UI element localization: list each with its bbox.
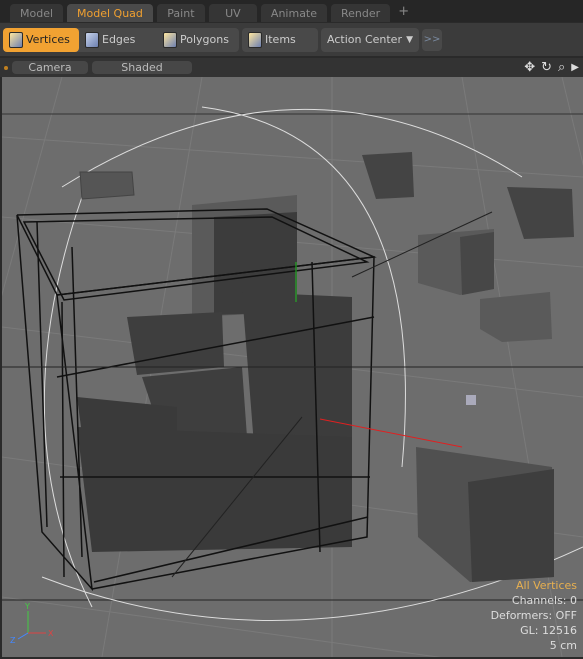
expand-arrow-icon[interactable]: ▶	[571, 62, 579, 73]
selection-mode-readout: All Vertices	[515, 579, 577, 592]
items-button[interactable]: Items	[242, 28, 302, 52]
add-tab-button[interactable]: +	[394, 4, 413, 22]
edges-button[interactable]: Edges	[79, 28, 157, 52]
selection-mode-group: Vertices Edges Polygons	[3, 27, 239, 52]
deformers-readout: Deformers: OFF	[490, 609, 577, 622]
tab-uv[interactable]: UV	[208, 4, 257, 22]
viewport-menu-icon[interactable]	[4, 65, 8, 70]
edges-icon	[85, 31, 99, 48]
action-center-label: Action Center	[327, 33, 402, 46]
action-center-dropdown[interactable]: Action Center ▼	[321, 27, 419, 52]
items-group: Items	[242, 27, 318, 52]
vertices-icon	[9, 31, 23, 48]
main-mesh	[77, 195, 352, 552]
vertices-button[interactable]: Vertices	[3, 27, 79, 52]
light-icon	[466, 395, 476, 405]
grid-scale-readout: 5 cm	[549, 639, 577, 652]
channels-readout: Channels: 0	[511, 594, 577, 607]
tab-render[interactable]: Render	[331, 4, 391, 22]
axis-gizmo: Y X Z	[10, 602, 54, 645]
3d-viewport[interactable]: Y X Z All Vertices Channels: 0 Deformers…	[2, 77, 583, 657]
viewport-header: Camera Shaded ✥ ↻ ⌕ ▶	[0, 58, 583, 77]
scene: Y X Z	[2, 77, 583, 657]
chevron-down-icon: ▼	[406, 34, 413, 45]
gl-readout: GL: 12516	[520, 624, 577, 637]
edges-label: Edges	[102, 33, 136, 46]
move-icon[interactable]: ✥	[524, 60, 535, 75]
rotate-icon[interactable]: ↻	[541, 60, 552, 75]
items-icon	[248, 31, 262, 48]
tab-paint[interactable]: Paint	[156, 4, 205, 22]
viewport-info: All Vertices Channels: 0 Deformers: OFF …	[491, 578, 577, 653]
tab-animate[interactable]: Animate	[260, 4, 328, 22]
polygons-label: Polygons	[180, 33, 229, 46]
tab-model-quad[interactable]: Model Quad	[67, 4, 153, 22]
camera-button[interactable]: Camera	[12, 61, 88, 74]
tab-model[interactable]: Model	[10, 4, 64, 22]
more-tools-button[interactable]: >>	[422, 28, 442, 51]
axis-label-x: X	[48, 629, 54, 638]
polygons-icon	[163, 31, 177, 48]
items-label: Items	[265, 33, 296, 46]
workspace-tabs: Model Model Quad Paint UV Animate Render…	[0, 0, 583, 22]
vertices-label: Vertices	[26, 33, 70, 46]
zoom-icon[interactable]: ⌕	[558, 60, 565, 75]
axis-label-y: Y	[24, 602, 30, 611]
axis-label-z: Z	[10, 636, 16, 645]
toolbar: Vertices Edges Polygons Items Action Cen…	[0, 23, 583, 56]
polygons-button[interactable]: Polygons	[157, 28, 239, 52]
shading-button[interactable]: Shaded	[92, 61, 192, 74]
